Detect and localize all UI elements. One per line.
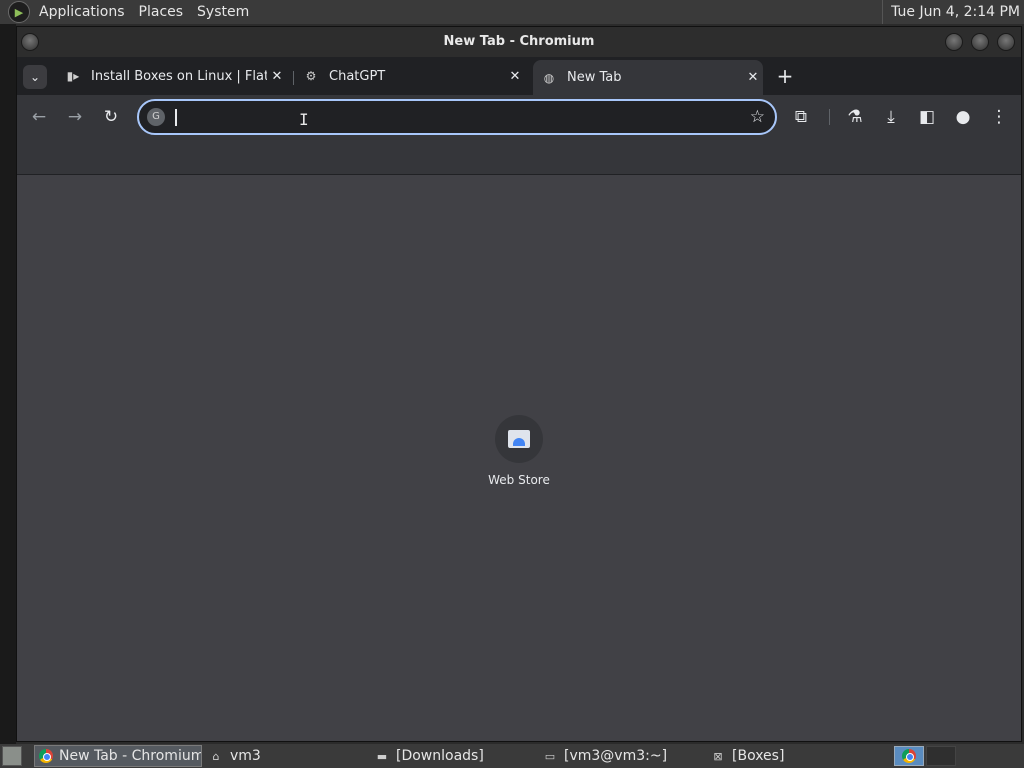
- forward-icon: →: [67, 107, 83, 127]
- extensions-icon: ⧉: [794, 107, 808, 127]
- extensions-button[interactable]: ⧉: [789, 105, 813, 129]
- system-menu[interactable]: System: [190, 0, 256, 24]
- address-bar[interactable]: G ☆: [137, 99, 777, 135]
- menu-button[interactable]: ⋮: [987, 105, 1011, 129]
- side-panel-button[interactable]: ◧: [915, 105, 939, 129]
- shortcut-label: Web Store: [488, 473, 550, 487]
- task-terminal[interactable]: ▭ [vm3@vm3:~]: [538, 745, 704, 767]
- new-tab-page: Web Store: [17, 175, 1021, 741]
- tab-separator: [293, 71, 294, 85]
- folder-icon: ▬: [376, 749, 388, 763]
- bookmark-star-icon[interactable]: ☆: [750, 107, 765, 127]
- tab-strip: ⌄ ▮▸ Install Boxes on Linux | Flathub ✕ …: [17, 57, 1021, 95]
- tab-search-button[interactable]: ⌄: [23, 65, 47, 89]
- close-tab-icon[interactable]: ✕: [743, 70, 763, 85]
- window-title: New Tab - Chromium: [443, 34, 595, 49]
- home-folder-icon: ⌂: [212, 749, 220, 763]
- tab-title: ChatGPT: [329, 68, 386, 84]
- text-caret: [175, 109, 177, 126]
- boxes-icon: ⊠: [713, 749, 723, 763]
- tab-title: New Tab: [567, 70, 622, 85]
- shortcut-tile[interactable]: [495, 415, 543, 463]
- task-label: vm3: [230, 748, 261, 764]
- minimize-button[interactable]: [945, 33, 963, 51]
- task-downloads[interactable]: ▬ [Downloads]: [370, 745, 536, 767]
- applications-menu[interactable]: Applications: [32, 0, 132, 24]
- browser-toolbar: ← → ↻ G ☆ ⧉ ⚗ ⤓ ◧ ● ⋮: [17, 95, 1021, 139]
- downloads-button[interactable]: ⤓: [879, 105, 903, 129]
- show-desktop-button[interactable]: [2, 746, 22, 766]
- more-menu-icon: ⋮: [990, 107, 1008, 127]
- top-panel: ▶ Applications Places System Tue Jun 4, …: [0, 0, 1024, 24]
- window-menu-button[interactable]: [21, 33, 39, 51]
- desktop-background: [0, 24, 16, 744]
- task-label: New Tab - Chromium: [59, 748, 202, 764]
- download-icon: ⤓: [887, 107, 895, 127]
- labs-flask-icon: ⚗: [847, 107, 863, 127]
- chromium-icon: [902, 749, 916, 763]
- maximize-button[interactable]: [971, 33, 989, 51]
- globe-icon: ◍: [543, 70, 555, 85]
- back-button[interactable]: ←: [27, 105, 51, 129]
- profile-button[interactable]: ●: [951, 105, 975, 129]
- bookmark-bar: [17, 139, 1021, 175]
- reload-icon: ↻: [103, 107, 119, 127]
- close-tab-icon[interactable]: ✕: [267, 69, 287, 84]
- chevron-down-icon: ⌄: [29, 70, 41, 84]
- plus-icon: +: [776, 64, 794, 88]
- web-store-icon: [508, 430, 530, 448]
- tab-title: Install Boxes on Linux | Flathub: [91, 68, 267, 84]
- side-panel-icon: ◧: [918, 107, 936, 127]
- openai-icon: ⚙: [305, 69, 317, 83]
- mouse-ibeam-cursor: I: [299, 110, 309, 129]
- panel-clock[interactable]: Tue Jun 4, 2:14 PM: [882, 0, 1020, 24]
- workspace-1[interactable]: [894, 746, 924, 766]
- profile-icon: ●: [955, 107, 971, 127]
- labs-button[interactable]: ⚗: [843, 105, 867, 129]
- new-tab-button[interactable]: +: [773, 65, 797, 89]
- task-chromium[interactable]: New Tab - Chromium: [34, 745, 202, 767]
- task-label: [Downloads]: [396, 748, 484, 764]
- bottom-taskbar: New Tab - Chromium ⌂ vm3 ▬ [Downloads] ▭…: [0, 744, 1024, 768]
- panel-menu-bar: Applications Places System: [32, 0, 256, 24]
- task-label: [vm3@vm3:~]: [564, 748, 668, 764]
- shortcut-web-store[interactable]: Web Store: [483, 415, 555, 487]
- places-menu[interactable]: Places: [132, 0, 191, 24]
- forward-button[interactable]: →: [63, 105, 87, 129]
- toolbar-divider: [829, 109, 830, 125]
- search-engine-icon[interactable]: G: [147, 108, 165, 126]
- distro-logo-icon[interactable]: ▶: [8, 1, 30, 23]
- task-boxes[interactable]: ⊠ [Boxes]: [706, 745, 872, 767]
- terminal-icon: ▭: [544, 749, 556, 763]
- close-window-button[interactable]: [997, 33, 1015, 51]
- browser-window: New Tab - Chromium ⌄ ▮▸ Install Boxes on…: [16, 26, 1022, 742]
- tab-chatgpt[interactable]: ⚙ ChatGPT ✕: [295, 60, 525, 92]
- omnibox-input[interactable]: [173, 105, 733, 129]
- workspace-2[interactable]: [926, 746, 956, 766]
- tab-flathub[interactable]: ▮▸ Install Boxes on Linux | Flathub ✕: [57, 60, 287, 92]
- task-vm3[interactable]: ⌂ vm3: [204, 745, 368, 767]
- chromium-icon: [39, 748, 53, 764]
- task-label: [Boxes]: [732, 748, 785, 764]
- window-titlebar[interactable]: New Tab - Chromium: [17, 27, 1021, 57]
- back-icon: ←: [31, 107, 47, 127]
- close-tab-icon[interactable]: ✕: [505, 69, 525, 84]
- flathub-icon: ▮▸: [66, 69, 80, 83]
- reload-button[interactable]: ↻: [99, 105, 123, 129]
- tab-new-tab[interactable]: ◍ New Tab ✕: [533, 60, 763, 95]
